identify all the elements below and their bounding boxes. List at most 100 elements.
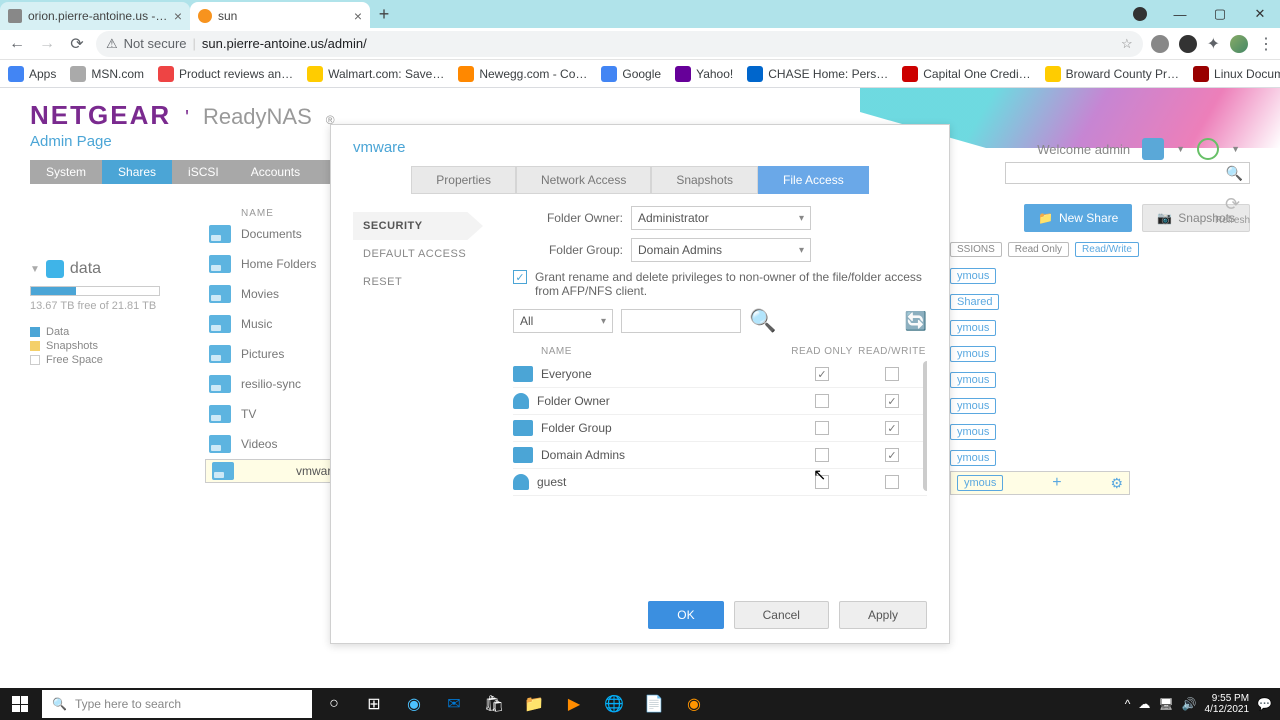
minimize-button[interactable]: —: [1160, 0, 1200, 28]
share-item[interactable]: resilio-sync: [205, 369, 345, 399]
permission-row[interactable]: ymous+⚙: [950, 471, 1130, 495]
folder-group-select[interactable]: Domain Admins▾: [631, 238, 811, 262]
filter-select[interactable]: All▾: [513, 309, 613, 333]
new-share-button[interactable]: 📁New Share: [1024, 204, 1132, 232]
tab-shares[interactable]: Shares: [102, 160, 172, 184]
share-item[interactable]: Documents: [205, 219, 345, 249]
permission-row[interactable]: ymous: [950, 419, 1250, 445]
address-bar[interactable]: ⚠ Not secure | sun.pierre-antoine.us/adm…: [96, 31, 1143, 57]
readwrite-checkbox[interactable]: ✓: [885, 448, 899, 462]
tray-chevron-icon[interactable]: ^: [1125, 697, 1131, 711]
cancel-button[interactable]: Cancel: [734, 601, 829, 629]
start-button[interactable]: [0, 688, 40, 720]
browser-tab-1[interactable]: sun ×: [190, 2, 370, 30]
cortana-icon[interactable]: ○: [314, 688, 354, 720]
star-icon[interactable]: ☆: [1121, 36, 1133, 52]
tab-network-access[interactable]: Network Access: [516, 166, 651, 194]
taskbar-search[interactable]: 🔍Type here to search: [42, 690, 312, 718]
share-item[interactable]: Movies: [205, 279, 345, 309]
taskbar-clock[interactable]: 9:55 PM4/12/2021: [1205, 693, 1250, 715]
readonly-checkbox[interactable]: [815, 475, 829, 489]
scrollbar[interactable]: [923, 361, 927, 491]
readonly-pill[interactable]: Read Only: [1008, 242, 1069, 257]
close-icon[interactable]: ×: [354, 8, 362, 24]
app-icon[interactable]: ▶: [554, 688, 594, 720]
bookmark-item[interactable]: CHASE Home: Pers…: [747, 66, 888, 82]
readonly-checkbox[interactable]: [815, 448, 829, 462]
readwrite-pill[interactable]: Read/Write: [1075, 242, 1139, 257]
permission-row[interactable]: Shared: [950, 289, 1250, 315]
maximize-button[interactable]: ▢: [1200, 0, 1240, 28]
tray-cloud-icon[interactable]: ☁: [1138, 697, 1150, 711]
readwrite-checkbox[interactable]: [885, 475, 899, 489]
bookmark-item[interactable]: Linux Documentation: [1193, 66, 1280, 82]
task-view-icon[interactable]: ⊞: [354, 688, 394, 720]
share-item[interactable]: Videos: [205, 429, 345, 459]
bookmark-item[interactable]: Walmart.com: Save…: [307, 66, 444, 82]
apps-button[interactable]: Apps: [8, 66, 56, 82]
profile-avatar[interactable]: [1230, 35, 1248, 53]
permission-row[interactable]: ymous: [950, 367, 1250, 393]
tab-properties[interactable]: Properties: [411, 166, 516, 194]
new-tab-button[interactable]: +: [370, 0, 398, 28]
forward-button[interactable]: →: [36, 33, 58, 55]
apply-button[interactable]: Apply: [839, 601, 927, 629]
search-icon[interactable]: 🔍: [1226, 165, 1243, 182]
gear-icon[interactable]: ⚙: [1110, 475, 1123, 492]
reload-button[interactable]: ⟳: [66, 33, 88, 55]
bookmark-item[interactable]: MSN.com: [70, 66, 144, 82]
readonly-checkbox[interactable]: [815, 421, 829, 435]
ext-icon[interactable]: [1179, 35, 1197, 53]
extensions-icon[interactable]: ✦: [1207, 34, 1220, 54]
store-icon[interactable]: 🛍: [474, 688, 514, 720]
tab-iscsi[interactable]: iSCSI: [172, 160, 235, 184]
share-item[interactable]: Pictures: [205, 339, 345, 369]
search-input[interactable]: 🔍: [1005, 162, 1250, 184]
back-button[interactable]: ←: [6, 33, 28, 55]
bookmark-item[interactable]: Broward County Pr…: [1045, 66, 1179, 82]
close-icon[interactable]: ×: [174, 8, 182, 24]
filter-input[interactable]: [621, 309, 741, 333]
app-icon[interactable]: ◉: [674, 688, 714, 720]
permission-row[interactable]: ymous: [950, 315, 1250, 341]
ext-icon[interactable]: [1151, 35, 1169, 53]
refresh-button[interactable]: ⟳Refresh: [1215, 194, 1250, 226]
refresh-icon[interactable]: 🔄: [905, 311, 927, 332]
account-icon[interactable]: [1120, 0, 1160, 28]
user-icon[interactable]: [1142, 138, 1164, 160]
share-item[interactable]: TV: [205, 399, 345, 429]
acrobat-icon[interactable]: 📄: [634, 688, 674, 720]
volume-header[interactable]: ▼ data: [30, 260, 205, 278]
tab-file-access[interactable]: File Access: [758, 166, 869, 194]
step-security[interactable]: SECURITY: [353, 212, 483, 240]
explorer-icon[interactable]: 📁: [514, 688, 554, 720]
permission-row[interactable]: ymous: [950, 263, 1250, 289]
permission-row[interactable]: ymous: [950, 393, 1250, 419]
grant-checkbox[interactable]: ✓: [513, 270, 527, 284]
tray-volume-icon[interactable]: 🔊: [1182, 697, 1197, 711]
readwrite-checkbox[interactable]: ✓: [885, 421, 899, 435]
tray-network-icon[interactable]: 🖥: [1158, 697, 1173, 711]
share-item[interactable]: vmware: [205, 459, 345, 483]
permission-row[interactable]: ymous: [950, 341, 1250, 367]
menu-icon[interactable]: ⋮: [1258, 34, 1274, 54]
mail-icon[interactable]: ✉: [434, 688, 474, 720]
bookmark-item[interactable]: Capital One Credi…: [902, 66, 1030, 82]
tab-snapshots[interactable]: Snapshots: [651, 166, 758, 194]
edge-icon[interactable]: ◉: [394, 688, 434, 720]
search-icon[interactable]: 🔍: [749, 308, 776, 334]
readwrite-checkbox[interactable]: ✓: [885, 394, 899, 408]
bookmark-item[interactable]: Product reviews an…: [158, 66, 293, 82]
share-item[interactable]: Music: [205, 309, 345, 339]
permission-row[interactable]: ymous: [950, 445, 1250, 471]
folder-owner-select[interactable]: Administrator▾: [631, 206, 811, 230]
share-item[interactable]: Home Folders: [205, 249, 345, 279]
bookmark-item[interactable]: Newegg.com - Co…: [458, 66, 587, 82]
chevron-down-icon[interactable]: ▼: [1231, 144, 1240, 154]
chrome-icon[interactable]: 🌐: [594, 688, 634, 720]
browser-tab-0[interactable]: orion.pierre-antoine.us - VMware ×: [0, 2, 190, 30]
bookmark-item[interactable]: Google: [601, 66, 661, 82]
step-reset[interactable]: RESET: [353, 268, 483, 296]
close-button[interactable]: ✕: [1240, 0, 1280, 28]
power-icon[interactable]: [1197, 138, 1219, 160]
